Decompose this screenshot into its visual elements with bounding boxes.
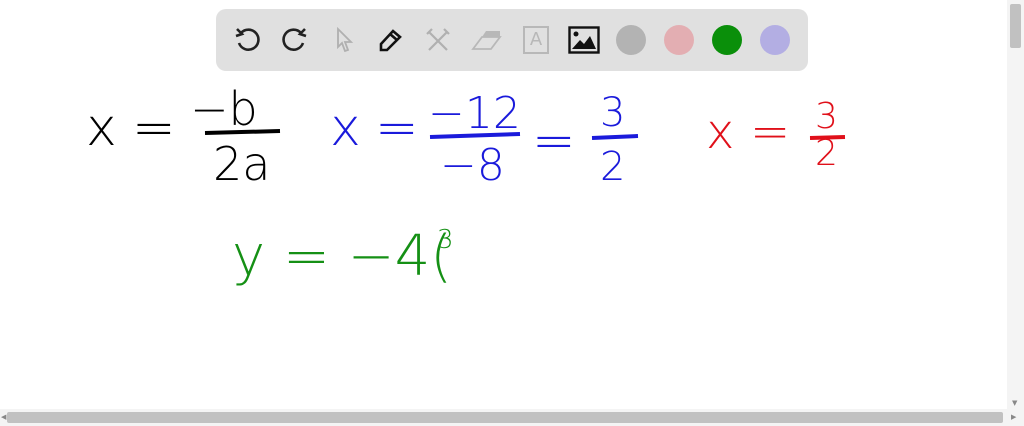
blue-equals: = [375,98,419,158]
red-equals: = [750,104,790,160]
black-equals: = [132,98,176,158]
eraser-button[interactable] [470,24,502,56]
green-superscript: 3 [437,225,454,255]
select-button[interactable] [328,24,360,56]
blue-denominator-2: 2 [600,144,625,190]
color-swatch-green[interactable] [712,25,742,55]
color-swatch-lavender[interactable] [760,25,790,55]
tools-button[interactable] [422,24,454,56]
black-fraction-bar [204,129,281,135]
blue-denominator: −8 [440,140,505,191]
scroll-right-arrow-icon[interactable]: ▶ [1011,413,1016,421]
image-button[interactable] [568,24,600,56]
tools-icon [426,28,450,51]
scroll-down-arrow-icon[interactable]: ▼ [1012,399,1017,407]
color-swatch-pink[interactable] [664,25,694,55]
undo-button[interactable] [232,24,264,56]
redo-icon [282,28,307,51]
select-pointer-icon [337,26,354,53]
black-denominator: 2a [213,137,270,191]
blue-equals-2: = [532,111,576,171]
text-button[interactable]: A [520,24,552,56]
red-x: x [706,104,734,160]
vertical-scrollbar[interactable]: ▼ [1007,0,1024,409]
green-equation: y = −4( [232,224,452,289]
vertical-scrollbar-thumb[interactable] [1010,4,1021,48]
horizontal-scrollbar-thumb[interactable] [7,412,1003,423]
pen-icon [379,29,402,52]
scroll-left-arrow-icon[interactable]: ◀ [1,413,6,421]
undo-icon [235,28,260,51]
blue-numerator: −12 [428,88,521,139]
blue-fraction-bar-2 [591,134,639,140]
redo-button[interactable] [278,24,310,56]
blue-x: x [330,98,361,158]
blue-numerator-2: 3 [600,90,625,136]
red-denominator: 2 [815,133,838,174]
red-numerator: 3 [815,96,838,137]
black-numerator: −b [190,82,258,136]
eraser-icon [471,31,502,50]
color-swatch-gray[interactable] [616,25,646,55]
text-icon: A [523,26,549,54]
drawing-toolbar: A [216,9,808,71]
horizontal-scrollbar[interactable]: ◀ ▶ [0,409,1024,426]
black-x: x [86,98,117,158]
pen-button[interactable] [374,24,406,56]
image-icon [568,26,600,54]
